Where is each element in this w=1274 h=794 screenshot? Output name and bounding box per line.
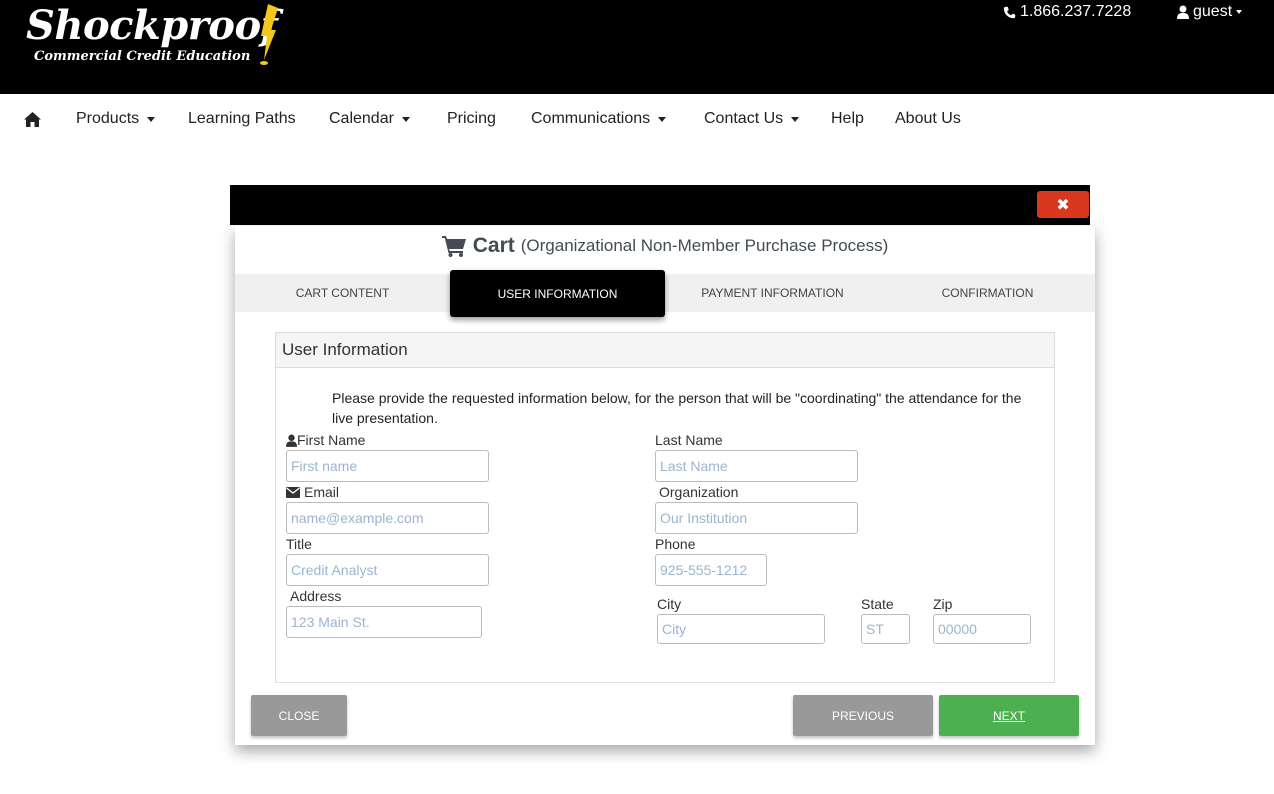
close-button-label: CLOSE xyxy=(278,708,320,723)
step-user-information[interactable]: USER INFORMATION xyxy=(450,270,665,317)
city-label-text: City xyxy=(657,596,682,612)
nav-label: Help xyxy=(831,110,864,127)
phone-label: Phone xyxy=(655,536,695,552)
step-label: CONFIRMATION xyxy=(941,286,1034,300)
nav-calendar[interactable]: Calendar xyxy=(329,110,410,128)
close-button[interactable]: CLOSE xyxy=(251,695,347,736)
modal-close-x-button[interactable]: ✖ xyxy=(1037,191,1089,218)
last-name-label-text: Last Name xyxy=(655,432,723,448)
nav-label: Calendar xyxy=(329,110,394,127)
organization-input[interactable] xyxy=(655,502,858,534)
organization-label: Organization xyxy=(659,484,738,500)
last-name-input[interactable] xyxy=(655,450,858,482)
address-label-text: Address xyxy=(290,588,342,604)
first-name-input[interactable] xyxy=(286,450,489,482)
title-label-text: Title xyxy=(286,536,312,552)
caret-down-icon xyxy=(658,116,667,122)
state-label-text: State xyxy=(861,596,894,612)
email-label: Email xyxy=(286,484,339,500)
nav-label: About Us xyxy=(895,110,961,127)
caret-down-icon xyxy=(401,116,410,122)
phone-label-text: Phone xyxy=(655,536,696,552)
chevron-down-icon xyxy=(1236,10,1243,14)
modal-title-text: Cart xyxy=(472,234,515,257)
next-button-label: NEXT xyxy=(992,708,1025,723)
cart-modal: Cart (Organizational Non-Member Purchase… xyxy=(235,226,1095,745)
nav-learning-paths[interactable]: Learning Paths xyxy=(188,110,296,128)
city-input[interactable] xyxy=(657,614,825,644)
nav-about-us[interactable]: About Us xyxy=(895,110,961,128)
checkout-steps: CART CONTENT USER INFORMATION PAYMENT IN… xyxy=(235,270,1095,317)
step-label: PAYMENT INFORMATION xyxy=(701,286,844,300)
nav-label: Communications xyxy=(531,110,651,127)
step-label: CART CONTENT xyxy=(295,286,390,300)
envelope-icon xyxy=(286,486,300,498)
user-information-panel: User Information Please provide the requ… xyxy=(275,332,1055,683)
next-button[interactable]: NEXT xyxy=(939,695,1079,736)
zip-input[interactable] xyxy=(933,614,1031,644)
first-name-label-text: First Name xyxy=(297,432,366,448)
title-label: Title xyxy=(286,536,312,552)
user-icon xyxy=(1177,5,1189,19)
logo-tagline: Commercial Credit Education xyxy=(34,49,251,64)
step-confirmation[interactable]: CONFIRMATION xyxy=(880,274,1095,312)
nav-label: Learning Paths xyxy=(188,110,296,127)
nav-contact-us[interactable]: Contact Us xyxy=(704,110,800,128)
panel-intro-text: Please provide the requested information… xyxy=(332,390,1022,426)
caret-down-icon xyxy=(791,116,800,122)
lightning-bolt-icon xyxy=(260,4,278,65)
nav-label: Pricing xyxy=(447,110,496,127)
phone-text: 1.866.237.7228 xyxy=(1020,3,1132,20)
nav-products[interactable]: Products xyxy=(76,110,156,128)
previous-button-label: PREVIOUS xyxy=(831,708,894,723)
step-cart-content[interactable]: CART CONTENT xyxy=(235,274,450,312)
home-icon[interactable] xyxy=(24,112,41,127)
email-label-text: Email xyxy=(304,484,340,500)
last-name-label: Last Name xyxy=(655,432,723,448)
user-name: guest xyxy=(1193,3,1233,20)
step-payment-information[interactable]: PAYMENT INFORMATION xyxy=(665,274,880,312)
title-input[interactable] xyxy=(286,554,489,586)
user-icon xyxy=(286,434,297,447)
nav-help[interactable]: Help xyxy=(831,110,864,128)
address-label: Address xyxy=(290,588,341,604)
cart-icon xyxy=(441,236,466,257)
phone-input[interactable] xyxy=(655,554,767,586)
modal-header-bar xyxy=(230,185,1090,225)
modal-subtitle: (Organizational Non-Member Purchase Proc… xyxy=(520,236,889,255)
close-icon: ✖ xyxy=(1056,195,1070,214)
logo[interactable]: Shockproof Commercial Credit Education xyxy=(26,2,278,66)
nav-communications[interactable]: Communications xyxy=(531,110,667,128)
phone-number[interactable]: 1.866.237.7228 xyxy=(1003,3,1131,21)
modal-title: Cart (Organizational Non-Member Purchase… xyxy=(235,234,1095,258)
main-nav: Products Learning Paths Calendar Pricing… xyxy=(0,94,1274,146)
panel-heading: User Information xyxy=(276,333,1054,368)
phone-icon xyxy=(1003,6,1016,18)
nav-label: Products xyxy=(76,110,140,127)
first-name-label: First Name xyxy=(286,432,365,448)
top-bar: Shockproof Commercial Credit Education 1… xyxy=(0,0,1274,94)
city-label: City xyxy=(657,596,681,612)
zip-label: Zip xyxy=(933,596,952,612)
previous-button[interactable]: PREVIOUS xyxy=(793,695,933,736)
address-input[interactable] xyxy=(286,606,482,638)
state-label: State xyxy=(861,596,894,612)
nav-label: Contact Us xyxy=(704,110,784,127)
logo-brand: Shockproof xyxy=(26,2,278,49)
organization-label-text: Organization xyxy=(659,484,739,500)
user-menu[interactable]: guest xyxy=(1177,3,1243,21)
caret-down-icon xyxy=(147,116,156,122)
state-input[interactable] xyxy=(861,614,910,644)
email-input[interactable] xyxy=(286,502,489,534)
nav-pricing[interactable]: Pricing xyxy=(447,110,496,128)
zip-label-text: Zip xyxy=(933,596,953,612)
step-label: USER INFORMATION xyxy=(497,286,618,301)
